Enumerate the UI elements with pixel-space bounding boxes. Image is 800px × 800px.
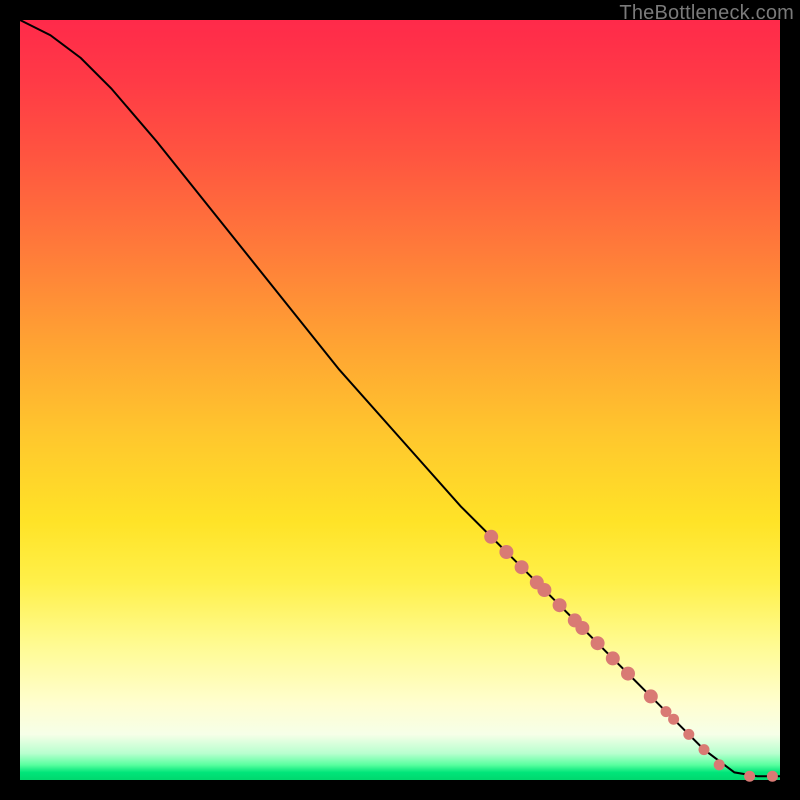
marker-point xyxy=(515,560,529,574)
marker-point xyxy=(591,636,605,650)
bottleneck-curve xyxy=(20,20,780,776)
marker-point xyxy=(668,714,679,725)
marker-point xyxy=(767,771,778,782)
highlighted-points xyxy=(484,530,778,782)
marker-point xyxy=(537,583,551,597)
marker-point xyxy=(621,667,635,681)
marker-point xyxy=(744,771,755,782)
marker-point xyxy=(683,729,694,740)
marker-point xyxy=(484,530,498,544)
marker-point xyxy=(499,545,513,559)
marker-point xyxy=(714,759,725,770)
marker-point xyxy=(699,744,710,755)
chart-frame xyxy=(20,20,780,780)
marker-point xyxy=(644,689,658,703)
watermark-text: TheBottleneck.com xyxy=(619,2,794,25)
marker-point xyxy=(606,651,620,665)
marker-point xyxy=(575,621,589,635)
marker-point xyxy=(553,598,567,612)
chart-svg xyxy=(20,20,780,780)
